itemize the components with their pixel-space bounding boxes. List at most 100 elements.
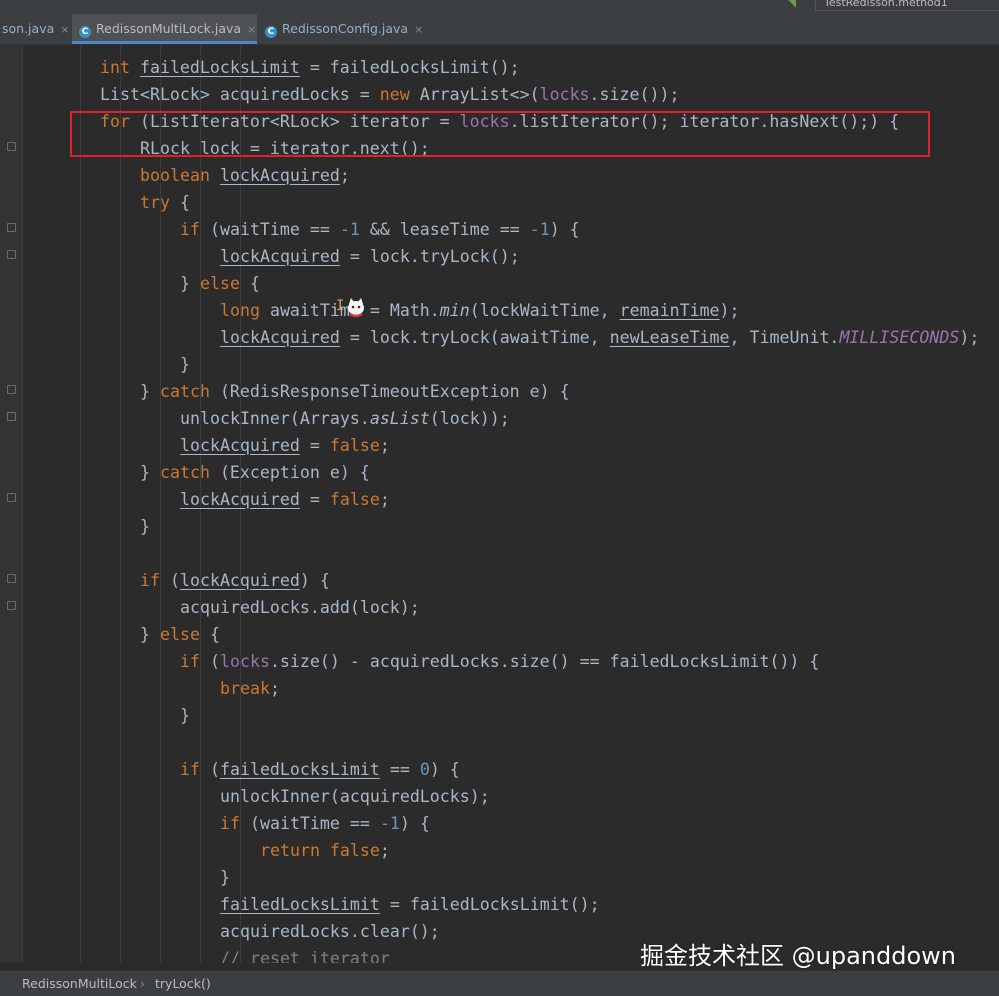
code-line[interactable]: } xyxy=(140,513,150,540)
code-token: catch xyxy=(159,462,220,482)
code-line[interactable]: if (lockAcquired) { xyxy=(140,567,330,594)
code-token: (lockWaitTime, xyxy=(469,300,620,320)
tab-redisson-multilock[interactable]: C RedissonMultiLock.java × xyxy=(72,14,257,44)
code-token: -1 xyxy=(339,219,370,239)
code-token: failedLocksLimit xyxy=(139,57,300,77)
code-token: = xyxy=(299,489,330,509)
code-token: (lock)); xyxy=(429,408,510,428)
code-token: false xyxy=(329,435,380,455)
code-line[interactable]: lockAcquired = false; xyxy=(180,486,390,513)
code-token: } xyxy=(140,516,150,536)
code-line[interactable]: } xyxy=(220,864,230,891)
code-token: catch xyxy=(159,381,220,401)
code-token: if xyxy=(140,570,170,590)
code-line[interactable]: acquiredLocks.clear(); xyxy=(220,918,440,945)
code-token: ; xyxy=(379,489,390,509)
code-token: && leaseTime == xyxy=(369,219,530,239)
code-line[interactable]: lockAcquired = lock.tryLock(); xyxy=(220,243,520,270)
code-token: asList xyxy=(369,408,430,428)
text-cursor: I xyxy=(336,298,345,314)
tab-redisson-config[interactable]: C RedissonConfig.java × xyxy=(265,14,425,44)
code-token: (Exception e) { xyxy=(219,462,370,482)
code-line[interactable]: // reset iterator xyxy=(220,945,390,964)
code-line[interactable]: if (waitTime == -1) { xyxy=(220,810,430,837)
code-line[interactable]: } catch (Exception e) { xyxy=(140,459,370,486)
code-line[interactable]: } xyxy=(180,351,190,378)
code-token: lockAcquired xyxy=(220,246,340,266)
breadcrumb-separator: › xyxy=(140,976,145,991)
code-line[interactable]: return false; xyxy=(260,837,390,864)
code-token: unlockInner(Arrays. xyxy=(180,408,370,428)
watermark: 掘金技术社区 @upanddown xyxy=(640,942,956,970)
code-token: try xyxy=(140,192,180,212)
close-icon[interactable]: × xyxy=(414,23,423,36)
code-token: { xyxy=(179,192,190,212)
code-line[interactable]: } else { xyxy=(140,621,220,648)
code-token: ; xyxy=(379,840,390,860)
close-icon[interactable]: × xyxy=(60,23,69,36)
code-token: locks xyxy=(539,84,590,104)
code-token: ) { xyxy=(429,759,460,779)
code-token: } xyxy=(180,273,200,293)
code-line[interactable]: long awaitTime = Math.min(lockWaitTime, … xyxy=(220,297,740,324)
code-token: lockAcquired xyxy=(220,327,340,347)
code-token: remainTime xyxy=(619,300,720,320)
code-token: ( xyxy=(169,570,180,590)
code-line[interactable]: if (waitTime == -1 && leaseTime == -1) { xyxy=(180,216,580,243)
code-line[interactable]: lockAcquired = false; xyxy=(180,432,390,459)
code-line[interactable]: } xyxy=(180,702,190,729)
code-token: failedLocksLimit xyxy=(220,894,380,914)
code-token: int xyxy=(100,57,140,77)
code-line[interactable]: boolean lockAcquired; xyxy=(140,162,350,189)
code-token: lockAcquired xyxy=(180,435,300,455)
code-token: } xyxy=(140,381,160,401)
code-token: ); xyxy=(719,300,740,320)
tab-label: RedissonMultiLock.java xyxy=(96,21,242,36)
code-line[interactable]: if (locks.size() - acquiredLocks.size() … xyxy=(180,648,819,675)
code-token: if xyxy=(180,219,210,239)
code-line[interactable]: try { xyxy=(140,189,190,216)
code-editor[interactable]: int failedLocksLimit = failedLocksLimit(… xyxy=(0,45,999,963)
code-token: = failedLocksLimit(); xyxy=(379,894,600,914)
code-token: } xyxy=(220,867,230,887)
code-token: else xyxy=(159,624,210,644)
code-token: = lock.tryLock(awaitTime, xyxy=(339,327,610,347)
code-token: ) { xyxy=(299,570,330,590)
breadcrumb-class[interactable]: RedissonMultiLock xyxy=(22,971,137,996)
code-token: (waitTime == xyxy=(249,813,380,833)
code-token: ; xyxy=(269,678,280,698)
code-token: = xyxy=(299,435,330,455)
code-line[interactable]: List<RLock> acquiredLocks = new ArrayLis… xyxy=(100,81,679,108)
code-line[interactable]: if (failedLocksLimit == 0) { xyxy=(180,756,460,783)
code-line[interactable]: } else { xyxy=(180,270,260,297)
code-line[interactable]: break; xyxy=(220,675,280,702)
code-line[interactable]: lockAcquired = lock.tryLock(awaitTime, n… xyxy=(220,324,979,351)
breadcrumb: RedissonMultiLock › tryLock() xyxy=(0,970,999,996)
code-token: locks xyxy=(219,651,270,671)
code-token: newLeaseTime xyxy=(609,327,730,347)
run-config-selector[interactable]: TestRedisson.method1 xyxy=(815,0,999,11)
code-token: acquiredLocks.clear(); xyxy=(220,921,440,941)
code-line[interactable]: failedLocksLimit = failedLocksLimit(); xyxy=(220,891,600,918)
breadcrumb-method[interactable]: tryLock() xyxy=(155,971,211,996)
code-token: ; xyxy=(379,435,390,455)
code-token: ( xyxy=(209,651,220,671)
java-class-icon: C xyxy=(79,26,91,38)
code-token: // reset iterator xyxy=(220,948,390,964)
code-line[interactable]: acquiredLocks.add(lock); xyxy=(180,594,420,621)
code-token: = lock.tryLock(); xyxy=(339,246,520,266)
close-icon[interactable]: × xyxy=(247,23,256,36)
code-token: -1 xyxy=(379,813,400,833)
code-line[interactable]: int failedLocksLimit = failedLocksLimit(… xyxy=(100,54,520,81)
code-token: } xyxy=(180,705,190,725)
code-line[interactable]: unlockInner(Arrays.asList(lock)); xyxy=(180,405,510,432)
code-token: { xyxy=(209,624,220,644)
code-token: 0 xyxy=(419,759,430,779)
code-line[interactable]: } catch (RedisResponseTimeoutException e… xyxy=(140,378,570,405)
code-token: lockAcquired xyxy=(180,489,300,509)
search-icon[interactable]: ◥ xyxy=(786,0,796,10)
tab-son-java[interactable]: son.java × xyxy=(0,14,70,44)
code-token: acquiredLocks.add(lock); xyxy=(180,597,420,617)
code-token: long xyxy=(220,300,270,320)
code-line[interactable]: unlockInner(acquiredLocks); xyxy=(220,783,490,810)
